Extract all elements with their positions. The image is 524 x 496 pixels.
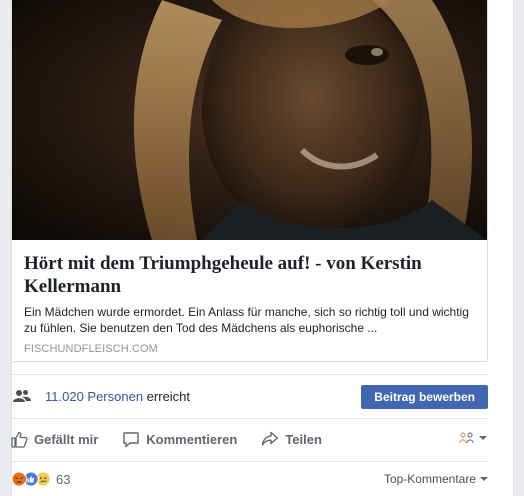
audience-selector[interactable]: [459, 431, 488, 445]
reaction-count[interactable]: 63: [56, 472, 70, 487]
divider: [11, 374, 488, 375]
chevron-down-icon: [480, 477, 488, 481]
reach-count[interactable]: 11.020 Personen: [45, 389, 143, 404]
reach-row: 11.020 Personen erreicht Beitrag bewerbe…: [11, 376, 488, 416]
boost-post-button[interactable]: Beitrag bewerben: [361, 385, 488, 409]
comment-icon: [123, 431, 139, 447]
people-icon: [13, 390, 31, 402]
thumbs-up-icon: [11, 431, 28, 448]
comment-sort-dropdown[interactable]: Top-Kommentare: [384, 472, 488, 486]
preview-domain: FISCHUNDFLEISCH.COM: [24, 343, 158, 355]
share-button[interactable]: Teilen: [261, 431, 322, 447]
link-preview[interactable]: Hört mit dem Triumphgeheule auf! - von K…: [11, 0, 488, 362]
like-button[interactable]: Gefällt mir: [11, 431, 98, 448]
share-icon: [262, 431, 279, 446]
reactions-row: 63 Top-Kommentare: [11, 462, 488, 496]
comment-button[interactable]: Kommentieren: [122, 431, 237, 448]
comment-label: Kommentieren: [146, 431, 238, 447]
preview-image[interactable]: [12, 0, 487, 240]
preview-title[interactable]: Hört mit dem Triumphgeheule auf! - von K…: [24, 252, 475, 298]
audience-selector-icon: [459, 432, 474, 444]
angry-icon: [11, 471, 27, 487]
action-bar: Gefällt mir Kommentieren Teilen: [11, 419, 488, 459]
like-label: Gefällt mir: [34, 431, 99, 447]
preview-description: Ein Mädchen wurde ermordet. Ein Anlass f…: [24, 305, 469, 335]
reach-text: 11.020 Personen erreicht: [45, 389, 190, 404]
preview-text: Hört mit dem Triumphgeheule auf! - von K…: [12, 240, 487, 361]
reaction-icons[interactable]: [11, 471, 51, 487]
portrait-photo: [12, 0, 487, 240]
share-label: Teilen: [285, 431, 322, 447]
comment-sort-label: Top-Kommentare: [383, 472, 476, 486]
reach-suffix: erreicht: [143, 388, 191, 404]
chevron-down-icon: [479, 436, 487, 440]
